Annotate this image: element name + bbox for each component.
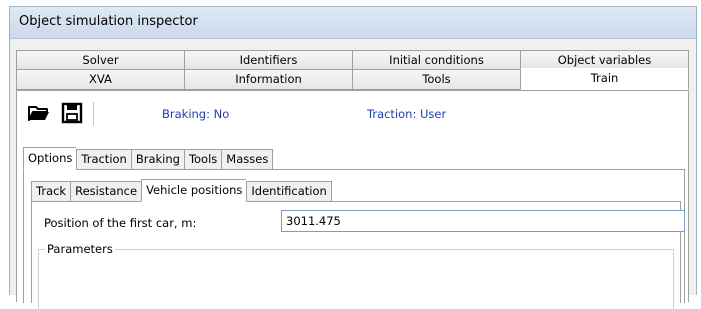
first-car-position-label: Position of the first car, m: [44,216,197,230]
tab-train[interactable]: Train [520,68,689,90]
tab-xva[interactable]: XVA [16,70,184,90]
parameters-group: Parameters [38,242,674,309]
tab-information[interactable]: Information [184,70,352,90]
traction-status: Traction: User [367,107,447,121]
subtab-resistance[interactable]: Resistance [70,181,142,202]
inspector-window: Object simulation inspector Solver Ident… [9,6,697,309]
tab-tools[interactable]: Tools [352,70,520,90]
tab-identifiers[interactable]: Identifiers [184,50,352,70]
train-panel: Braking: No Traction: User Options Tract… [16,90,689,309]
tab-object-variables[interactable]: Object variables [520,50,689,70]
tab-row-2: XVA Information Tools Train [16,68,689,90]
subtab-vehicle-positions[interactable]: Vehicle positions [141,179,247,202]
vehicle-positions-panel: Position of the first car, m: Parameters [31,201,685,309]
folder-open-icon[interactable] [27,101,51,125]
subtab-tools[interactable]: Tools [183,149,222,170]
toolbar-separator [93,102,94,126]
subtab-track[interactable]: Track [31,181,71,202]
parameters-group-title: Parameters [45,242,115,256]
subtab-options[interactable]: Options [23,147,77,170]
tab-solver[interactable]: Solver [16,50,184,70]
toolbar: Braking: No Traction: User [27,101,667,127]
subtab-traction[interactable]: Traction [76,149,131,170]
subtab-identification[interactable]: Identification [246,181,332,202]
subtab-row-1: Options Traction Braking Tools Masses [23,147,274,170]
window-title: Object simulation inspector [10,7,696,39]
braking-status: Braking: No [162,107,230,121]
first-car-position-input[interactable] [281,210,685,232]
subtab-row-2: Track Resistance Vehicle positions Ident… [31,179,332,202]
subtab-braking[interactable]: Braking [130,149,184,170]
save-disk-icon[interactable] [60,101,84,125]
tab-row-1: Solver Identifiers Initial conditions Ob… [16,50,689,70]
subtab-masses[interactable]: Masses [221,149,274,170]
tab-initial-conditions[interactable]: Initial conditions [352,50,520,70]
